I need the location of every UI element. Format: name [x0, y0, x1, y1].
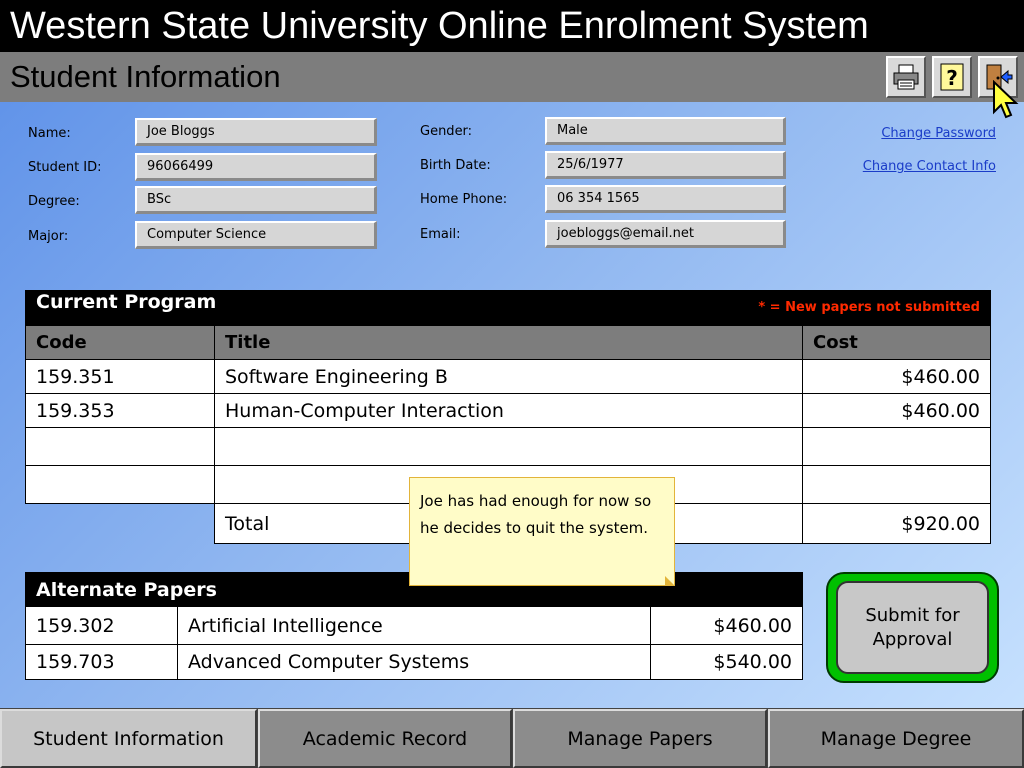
printer-icon: [893, 64, 919, 90]
gender-field: Male: [545, 117, 786, 145]
paper-cost: $460.00: [650, 606, 803, 645]
paper-title: Advanced Computer Systems: [177, 644, 651, 680]
name-field: Joe Bloggs: [135, 118, 377, 146]
bottom-tab-bar: Student Information Academic Record Mana…: [0, 708, 1024, 768]
submit-for-approval-button[interactable]: Submit for Approval: [836, 581, 989, 674]
alternate-papers-table: Alternate Papers 159.302 Artificial Inte…: [25, 572, 803, 680]
paper-code: 159.703: [25, 644, 178, 680]
home-phone-label: Home Phone:: [420, 192, 508, 207]
tab-manage-papers[interactable]: Manage Papers: [513, 709, 767, 768]
paper-cost: $460.00: [802, 393, 991, 428]
mouse-pointer-icon: [993, 80, 1019, 119]
table-row[interactable]: 159.703 Advanced Computer Systems $540.0…: [25, 644, 803, 680]
paper-cost: [802, 427, 991, 466]
paper-title: Human-Computer Interaction: [214, 393, 803, 428]
gender-label: Gender:: [420, 124, 473, 139]
help-icon: ?: [940, 63, 964, 91]
current-program-header: Current Program * = New papers not submi…: [25, 290, 991, 326]
paper-cost: $460.00: [802, 359, 991, 394]
table-row[interactable]: 159.353 Human-Computer Interaction $460.…: [25, 393, 991, 428]
table-row[interactable]: 159.351 Software Engineering B $460.00: [25, 359, 991, 394]
paper-title: [214, 427, 803, 466]
email-field: joebloggs@email.net: [545, 220, 786, 248]
tab-manage-degree[interactable]: Manage Degree: [768, 709, 1024, 768]
paper-cost: [802, 465, 991, 504]
submit-button-frame: Submit for Approval: [826, 572, 999, 683]
column-header-title: Title: [214, 325, 803, 360]
page-title: Student Information: [0, 52, 1024, 102]
paper-code: 159.351: [25, 359, 215, 394]
major-field: Computer Science: [135, 221, 377, 249]
tab-student-information[interactable]: Student Information: [0, 709, 257, 768]
birth-date-label: Birth Date:: [420, 158, 491, 173]
app-title: Western State University Online Enrolmen…: [0, 0, 1024, 52]
table-row-empty[interactable]: [25, 427, 991, 466]
table-column-headers: Code Title Cost: [25, 325, 991, 360]
column-header-code: Code: [25, 325, 215, 360]
svg-text:?: ?: [946, 66, 958, 90]
tab-academic-record[interactable]: Academic Record: [258, 709, 512, 768]
paper-code: 159.353: [25, 393, 215, 428]
major-label: Major:: [28, 229, 69, 244]
current-program-title: Current Program: [36, 291, 217, 313]
sticky-note-text: Joe has had enough for now so he decides…: [420, 492, 652, 537]
help-button[interactable]: ?: [932, 56, 972, 98]
new-papers-note: * = New papers not submitted: [758, 300, 980, 315]
column-header-cost: Cost: [802, 325, 991, 360]
home-phone-field: 06 354 1565: [545, 185, 786, 213]
paper-code: 159.302: [25, 606, 178, 645]
total-value: $920.00: [802, 503, 991, 544]
name-label: Name:: [28, 126, 71, 141]
degree-field: BSc: [135, 186, 377, 214]
birth-date-field: 25/6/1977: [545, 151, 786, 179]
paper-title: Software Engineering B: [214, 359, 803, 394]
sticky-note: Joe has had enough for now so he decides…: [409, 477, 675, 586]
paper-code: [25, 465, 215, 504]
change-contact-info-link[interactable]: Change Contact Info: [863, 159, 996, 174]
email-label: Email:: [420, 227, 461, 242]
paper-cost: $540.00: [650, 644, 803, 680]
note-fold-corner: [665, 576, 675, 586]
degree-label: Degree:: [28, 194, 80, 209]
paper-title: Artificial Intelligence: [177, 606, 651, 645]
change-password-link[interactable]: Change Password: [881, 126, 996, 141]
print-button[interactable]: [886, 56, 926, 98]
student-id-label: Student ID:: [28, 160, 102, 175]
student-id-field: 96066499: [135, 153, 377, 181]
paper-code: [25, 427, 215, 466]
table-row[interactable]: 159.302 Artificial Intelligence $460.00: [25, 606, 803, 645]
